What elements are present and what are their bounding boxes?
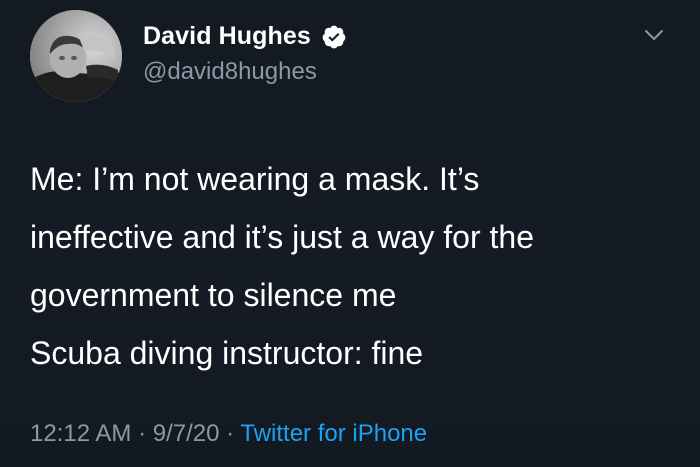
tweet-text-line: Scuba diving instructor: fine [30, 335, 424, 371]
tweet-meta: 12:12 AM · 9/7/20 · Twitter for iPhone [30, 420, 427, 448]
author-handle[interactable]: @david8hughes [143, 58, 317, 86]
avatar[interactable] [30, 10, 122, 102]
author-name-row: David Hughes [143, 22, 347, 51]
tweet-date[interactable]: 9/7/20 [153, 420, 220, 447]
verified-badge-icon [321, 24, 347, 50]
chevron-down-icon[interactable] [644, 28, 664, 42]
tweet-text: Me: I’m not wearing a mask. It’s ineffec… [30, 150, 680, 382]
meta-separator: · [131, 420, 153, 447]
tweet-card: David Hughes @david8hughes Me: I’m not w… [0, 0, 700, 467]
tweet-text-line: ineffective and it’s just a way for the [30, 219, 534, 255]
tweet-source-link[interactable]: Twitter for iPhone [240, 420, 427, 447]
tweet-text-line: Me: I’m not wearing a mask. It’s [30, 161, 480, 197]
meta-separator: · [219, 420, 241, 447]
tweet-text-line: government to silence me [30, 277, 397, 313]
tweet-time[interactable]: 12:12 AM [30, 420, 131, 447]
avatar-photo [30, 10, 122, 102]
author-display-name[interactable]: David Hughes [143, 22, 311, 51]
